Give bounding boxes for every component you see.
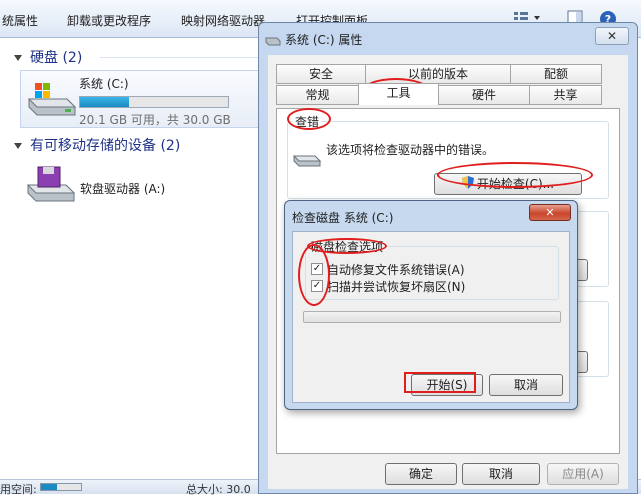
annotation-start-button <box>404 372 476 393</box>
annotation-checkboxes <box>298 244 330 306</box>
status-capacity-bar <box>40 483 82 491</box>
drive-c-tile[interactable]: 系统 (C:) 20.1 GB 可用，共 30.0 GB <box>20 70 270 128</box>
annotation-check-heading <box>287 108 331 130</box>
tab-general[interactable]: 常规 <box>276 85 359 105</box>
hard-disk-group-header[interactable]: 硬盘 (2) <box>14 47 82 67</box>
chkdsk-close-button[interactable]: ✕ <box>529 204 571 221</box>
hard-drive-icon <box>27 81 77 122</box>
map-network-drive-button[interactable]: 映射网络驱动器 <box>181 12 265 29</box>
removable-group-header[interactable]: 有可移动存储的设备 (2) <box>14 135 180 155</box>
drive-c-name: 系统 (C:) <box>79 77 129 91</box>
system-properties-button[interactable]: 统属性 <box>2 12 38 29</box>
drive-c-space-text: 20.1 GB 可用，共 30.0 GB <box>79 113 231 127</box>
drive-c-capacity-fill <box>80 97 129 107</box>
tab-quota[interactable]: 配额 <box>510 64 602 84</box>
annotation-options-heading <box>307 238 387 254</box>
drive-c-capacity-bar <box>79 96 229 108</box>
apply-button[interactable]: 应用(A) <box>547 463 619 485</box>
tab-sharing[interactable]: 共享 <box>529 85 602 105</box>
ok-button[interactable]: 确定 <box>385 463 457 485</box>
chkdsk-cancel-button[interactable]: 取消 <box>489 374 563 396</box>
check-errors-description: 该选项将检查驱动器中的错误。 <box>326 143 495 157</box>
annotation-start-check <box>437 162 593 188</box>
auto-fix-label[interactable]: 自动修复文件系统错误(A) <box>327 261 465 278</box>
collapse-triangle-icon <box>14 143 22 149</box>
dialog-drive-icon <box>265 32 281 49</box>
props-close-button[interactable]: ✕ <box>595 27 629 45</box>
collapse-triangle-icon <box>14 55 22 61</box>
tab-security[interactable]: 安全 <box>276 64 366 84</box>
status-free-label: 用空间: <box>0 483 37 496</box>
tab-hardware[interactable]: 硬件 <box>438 85 530 105</box>
scan-recover-label[interactable]: 扫描并尝试恢复坏扇区(N) <box>327 278 465 295</box>
group-divider <box>100 57 260 58</box>
floppy-drive-icon[interactable] <box>26 165 76 206</box>
check-drive-icon <box>292 149 322 170</box>
chkdsk-title: 检查磁盘 系统 (C:) <box>292 211 394 225</box>
check-progress-bar <box>303 311 561 323</box>
tab-tools[interactable]: 工具 <box>358 83 439 105</box>
cancel-button[interactable]: 取消 <box>462 463 540 485</box>
status-total-label: 总大小: 30.0 <box>186 483 251 496</box>
uninstall-program-button[interactable]: 卸载或更改程序 <box>67 12 151 29</box>
floppy-drive-label[interactable]: 软盘驱动器 (A:) <box>80 180 165 197</box>
props-title: 系统 (C:) 属性 <box>285 33 363 47</box>
